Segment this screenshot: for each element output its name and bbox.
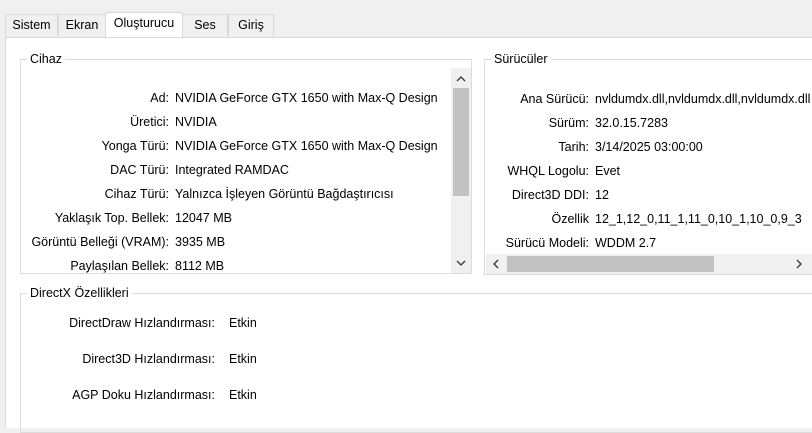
- device-label: Ad:: [150, 91, 169, 105]
- device-group: Cihaz Ad: NVIDIA GeForce GTX 1650 with M…: [20, 51, 472, 276]
- device-value: Integrated RAMDAC: [175, 163, 289, 177]
- drivers-horizontal-scrollbar[interactable]: [486, 254, 812, 274]
- device-label: Yonga Türü:: [101, 139, 169, 153]
- directx-feature-value: Etkin: [229, 352, 257, 366]
- tab-ekran[interactable]: Ekran: [58, 14, 106, 36]
- device-row: Paylaşılan Bellek: 8112 MB: [21, 256, 451, 276]
- drivers-scroll-thumb[interactable]: [507, 256, 714, 272]
- device-value: NVIDIA GeForce GTX 1650 with Max-Q Desig…: [175, 139, 438, 153]
- tab-olusturucu[interactable]: Oluşturucu: [105, 12, 183, 37]
- driver-value: nvldumdx.dll,nvldumdx.dll,nvldumdx.dll: [595, 92, 811, 106]
- driver-row: Sürücü Modeli: WDDM 2.7: [485, 233, 811, 253]
- device-row: Görüntü Belleği (VRAM): 3935 MB: [21, 232, 451, 252]
- driver-value: 12_1,12_0,11_1,11_0,10_1,10_0,9_3: [595, 212, 802, 226]
- driver-row: Özellik 12_1,12_0,11_1,11_0,10_1,10_0,9_…: [485, 209, 811, 229]
- tab-sistem[interactable]: Sistem: [5, 14, 58, 36]
- device-vertical-scrollbar[interactable]: [451, 68, 471, 273]
- driver-value: WDDM 2.7: [595, 236, 657, 250]
- device-row: DAC Türü: Integrated RAMDAC: [21, 160, 451, 180]
- driver-label: Direct3D DDI:: [511, 188, 589, 202]
- device-row: Ad: NVIDIA GeForce GTX 1650 with Max-Q D…: [21, 88, 451, 108]
- device-row: Yonga Türü: NVIDIA GeForce GTX 1650 with…: [21, 136, 451, 156]
- drivers-content: Ana Sürücü: nvldumdx.dll,nvldumdx.dll,nv…: [485, 60, 811, 255]
- driver-row: Sürüm: 32.0.15.7283: [485, 113, 811, 133]
- driver-value: 32.0.15.7283: [595, 116, 668, 130]
- device-value: 8112 MB: [175, 259, 225, 273]
- driver-row: WHQL Logolu: Evet: [485, 161, 811, 181]
- tab-giris[interactable]: Giriş: [228, 14, 274, 36]
- directx-feature-value: Etkin: [229, 316, 257, 330]
- driver-value: 12: [595, 188, 609, 202]
- directx-feature-label: Direct3D Hızlandırması:: [82, 352, 215, 366]
- device-row: Cihaz Türü: Yalnızca İşleyen Görüntü Bağ…: [21, 184, 451, 204]
- device-label: Paylaşılan Bellek:: [70, 259, 169, 273]
- device-scroll-thumb[interactable]: [453, 88, 469, 196]
- driver-row: Tarih: 3/14/2025 03:00:00: [485, 137, 811, 157]
- driver-label: WHQL Logolu:: [507, 164, 589, 178]
- device-label: Üretici:: [130, 115, 169, 129]
- directx-feature-label: AGP Doku Hızlandırması:: [72, 388, 215, 402]
- directx-feature-row: DirectDraw Hızlandırması: Etkin: [21, 313, 421, 333]
- driver-value: Evet: [595, 164, 621, 178]
- directx-feature-row: AGP Doku Hızlandırması: Etkin: [21, 385, 421, 405]
- device-label: DAC Türü:: [110, 163, 169, 177]
- device-label: Yaklaşık Top. Bellek:: [54, 211, 169, 225]
- driver-label: Sürücü Modeli:: [505, 236, 589, 250]
- directx-features-group: DirectX Özellikleri DirectDraw Hızlandır…: [20, 285, 812, 433]
- device-value: Yalnızca İşleyen Görüntü Bağdaştırıcısı: [175, 187, 394, 201]
- device-value: NVIDIA: [175, 115, 217, 129]
- directx-feature-label: DirectDraw Hızlandırması:: [69, 316, 215, 330]
- chevron-left-icon[interactable]: [487, 256, 503, 272]
- driver-value: 3/14/2025 03:00:00: [595, 140, 703, 154]
- device-value: 3935 MB: [175, 235, 226, 249]
- device-label: Görüntü Belleği (VRAM):: [31, 235, 169, 249]
- directx-features-title: DirectX Özellikleri: [27, 285, 132, 301]
- driver-row: Direct3D DDI: 12: [485, 185, 811, 205]
- driver-row: Ana Sürücü: nvldumdx.dll,nvldumdx.dll,nv…: [485, 89, 811, 109]
- drivers-group: Sürücüler Ana Sürücü: nvldumdx.dll,nvldu…: [484, 51, 812, 275]
- driver-label: Sürüm:: [548, 116, 589, 130]
- chevron-up-icon[interactable]: [453, 70, 469, 86]
- device-row: Yaklaşık Top. Bellek: 12047 MB: [21, 208, 451, 228]
- device-value: 12047 MB: [175, 211, 232, 225]
- chevron-down-icon[interactable]: [453, 255, 469, 271]
- driver-label: Ana Sürücü:: [520, 92, 589, 106]
- tab-ses[interactable]: Ses: [182, 14, 228, 36]
- device-row: Üretici: NVIDIA: [21, 112, 451, 132]
- directx-feature-value: Etkin: [229, 388, 257, 402]
- directx-feature-row: Direct3D Hızlandırması: Etkin: [21, 349, 421, 369]
- device-label: Cihaz Türü:: [104, 187, 169, 201]
- device-group-title: Cihaz: [27, 51, 65, 67]
- driver-label: Tarih:: [558, 140, 589, 154]
- chevron-right-icon[interactable]: [791, 256, 807, 272]
- driver-label: Özellik: [551, 212, 589, 226]
- device-value: NVIDIA GeForce GTX 1650 with Max-Q Desig…: [175, 91, 438, 105]
